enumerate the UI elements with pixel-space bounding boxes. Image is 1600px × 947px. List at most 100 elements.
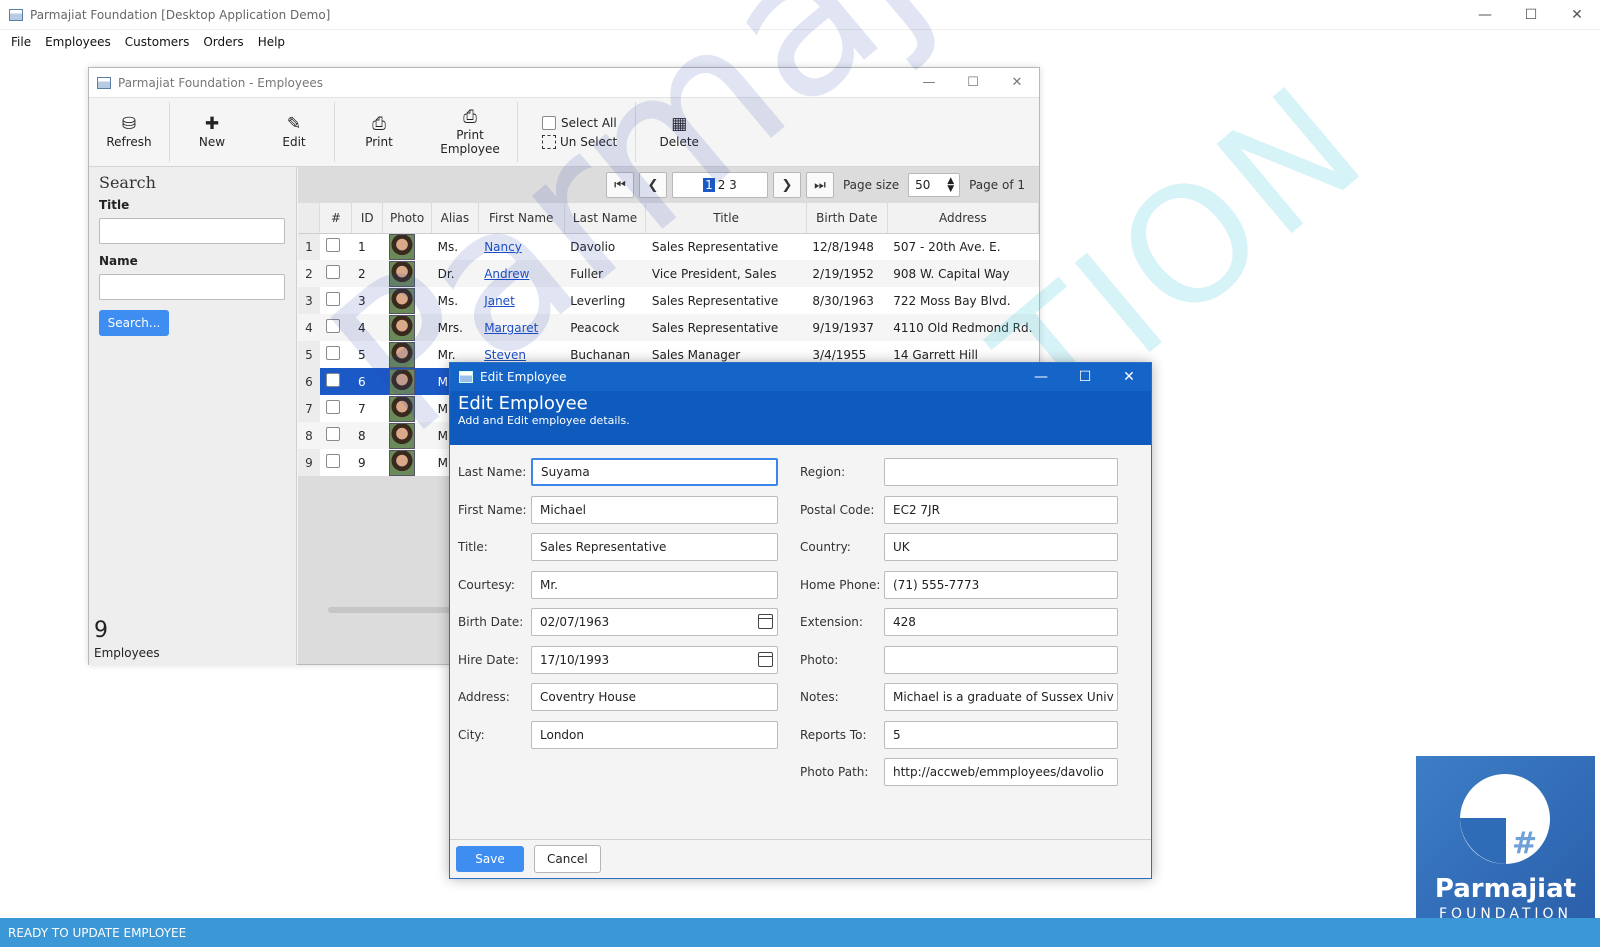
table-row[interactable]: 4 4 Mrs. Margaret Peacock Sales Representativ… (298, 314, 1039, 341)
field-input[interactable]: London (531, 720, 778, 749)
select-all-toggle[interactable]: Select All (542, 113, 617, 132)
table-row[interactable]: 3 3 Ms. Janet Leverling Sales Representative 8… (298, 287, 1039, 314)
col-alias-header[interactable]: Alias (431, 203, 479, 234)
row-checkbox-cell[interactable] (320, 233, 352, 260)
first-name-link[interactable]: Andrew (484, 267, 529, 281)
title-search-input[interactable] (99, 218, 285, 244)
calendar-icon[interactable] (758, 651, 773, 667)
calendar-icon[interactable] (758, 614, 773, 629)
row-checkbox-cell[interactable] (320, 449, 352, 476)
field-input[interactable]: 02/07/1963 (531, 608, 778, 636)
page-input[interactable]: 1 2 3 (671, 172, 768, 198)
close-icon[interactable]: ✕ (1107, 363, 1151, 391)
first-page-button[interactable]: ⏮ (605, 172, 634, 198)
field-input[interactable] (884, 645, 1118, 674)
cell-id: 6 (351, 368, 383, 395)
field-input[interactable] (884, 458, 1118, 486)
maximize-icon[interactable]: ☐ (1063, 363, 1107, 391)
row-checkbox-cell[interactable] (319, 368, 352, 395)
page-size-select[interactable]: 50 ▲ ▼ (908, 173, 961, 197)
field-input[interactable]: Michael is a graduate of Sussex Univ (884, 683, 1118, 711)
current-page: 1 (703, 178, 715, 192)
save-button[interactable]: Save (456, 846, 524, 872)
new-button[interactable]: ✚ New (170, 102, 254, 162)
field-input[interactable]: Michael (531, 495, 778, 524)
field-input[interactable]: 428 (884, 608, 1118, 636)
close-icon[interactable]: ✕ (995, 68, 1039, 96)
un-select-button[interactable]: Un Select (542, 132, 617, 151)
last-page-button[interactable]: ⏭ (805, 172, 834, 198)
delete-button[interactable]: ▦ Delete (636, 102, 722, 162)
col-last-name-header[interactable]: Last Name (564, 203, 647, 234)
row-checkbox[interactable] (325, 400, 340, 414)
field-input[interactable]: (71) 555-7773 (884, 570, 1118, 599)
cell-first-name[interactable]: Janet (478, 287, 564, 314)
col-first-name-header[interactable]: First Name (478, 203, 565, 234)
cell-title: Sales Representative (651, 293, 779, 308)
row-checkbox-cell[interactable] (320, 395, 352, 422)
row-checkbox[interactable] (325, 238, 340, 253)
first-name-link[interactable]: Margaret (484, 321, 538, 335)
print-button[interactable]: ⎙ Print (335, 102, 423, 162)
cell-first-name[interactable]: Margaret (478, 314, 565, 341)
row-checkbox[interactable] (325, 454, 340, 468)
row-checkbox-cell[interactable] (319, 314, 352, 341)
prev-page-button[interactable]: ❮ (638, 172, 667, 198)
minimize-icon[interactable]: — (907, 68, 951, 96)
menu-customers[interactable]: Customers (118, 35, 197, 49)
col-id-header[interactable]: ID (351, 203, 384, 234)
field-input[interactable]: http://accweb/emmployees/davolio (884, 758, 1118, 786)
field-input[interactable]: EC2 7JR (884, 495, 1118, 524)
field-input[interactable]: 5 (884, 720, 1118, 749)
table-row[interactable]: 2 2 Dr. Andrew Fuller Vice President, Sales 2/… (298, 260, 1039, 287)
title-label: Title (99, 198, 130, 212)
first-name-link[interactable]: Janet (484, 294, 515, 308)
row-checkbox[interactable] (325, 319, 340, 333)
row-checkbox[interactable] (325, 265, 340, 279)
menu-help[interactable]: Help (251, 35, 292, 49)
row-checkbox-cell[interactable] (320, 341, 352, 368)
next-page-button[interactable]: ❯ (772, 172, 801, 198)
maximize-icon[interactable]: ☐ (951, 68, 995, 96)
field-input[interactable]: Mr. (531, 570, 778, 599)
col-title-header[interactable]: Title (645, 203, 807, 234)
menu-file[interactable]: File (4, 35, 38, 49)
cell-first-name[interactable]: Nancy (478, 233, 564, 260)
col-num-header[interactable]: # (319, 203, 353, 234)
menu-employees[interactable]: Employees (38, 35, 118, 49)
row-checkbox-cell[interactable] (319, 260, 352, 287)
cell-first-name[interactable]: Andrew (478, 260, 565, 287)
col-photo-header[interactable]: Photo (382, 203, 433, 234)
first-name-link[interactable]: Steven (484, 348, 526, 362)
close-icon[interactable]: ✕ (1554, 0, 1600, 30)
row-checkbox-cell[interactable] (320, 287, 352, 314)
field-input[interactable]: Sales Representative (531, 533, 778, 561)
row-checkbox-cell[interactable] (319, 422, 352, 449)
field-input[interactable]: Suyama (531, 458, 778, 486)
table-row[interactable]: 1 1 Ms. Nancy Davolio Sales Representative 12/… (298, 233, 1039, 260)
minimize-icon[interactable]: — (1462, 0, 1508, 30)
first-name-link[interactable]: Nancy (484, 240, 522, 254)
col-birth-date-header[interactable]: Birth Date (806, 203, 888, 234)
col-address-header[interactable]: Address (887, 203, 1040, 234)
cancel-button[interactable]: Cancel (534, 845, 601, 873)
row-checkbox[interactable] (325, 427, 340, 441)
print-employee-button[interactable]: ⎙ Print Employee (423, 102, 517, 162)
edit-button[interactable]: ✎ Edit (254, 102, 334, 162)
select-all-checkbox[interactable] (542, 115, 556, 130)
row-checkbox[interactable] (325, 292, 340, 306)
minimize-icon[interactable]: — (1019, 363, 1063, 391)
field-input[interactable]: Coventry House (531, 683, 778, 711)
search-button[interactable]: Search... (99, 310, 169, 336)
row-checkbox[interactable] (325, 346, 340, 360)
horizontal-scrollbar[interactable] (328, 607, 458, 613)
field-input[interactable]: 17/10/1993 (531, 645, 778, 674)
menu-orders[interactable]: Orders (196, 35, 250, 49)
status-text: READY TO UPDATE EMPLOYEE (8, 925, 187, 940)
cell-photo (382, 368, 432, 395)
maximize-icon[interactable]: ☐ (1508, 0, 1554, 30)
name-search-input[interactable] (99, 274, 285, 300)
field-input[interactable]: UK (884, 533, 1118, 561)
row-checkbox[interactable] (325, 373, 340, 387)
refresh-button[interactable]: ⛁ Refresh (89, 102, 169, 162)
